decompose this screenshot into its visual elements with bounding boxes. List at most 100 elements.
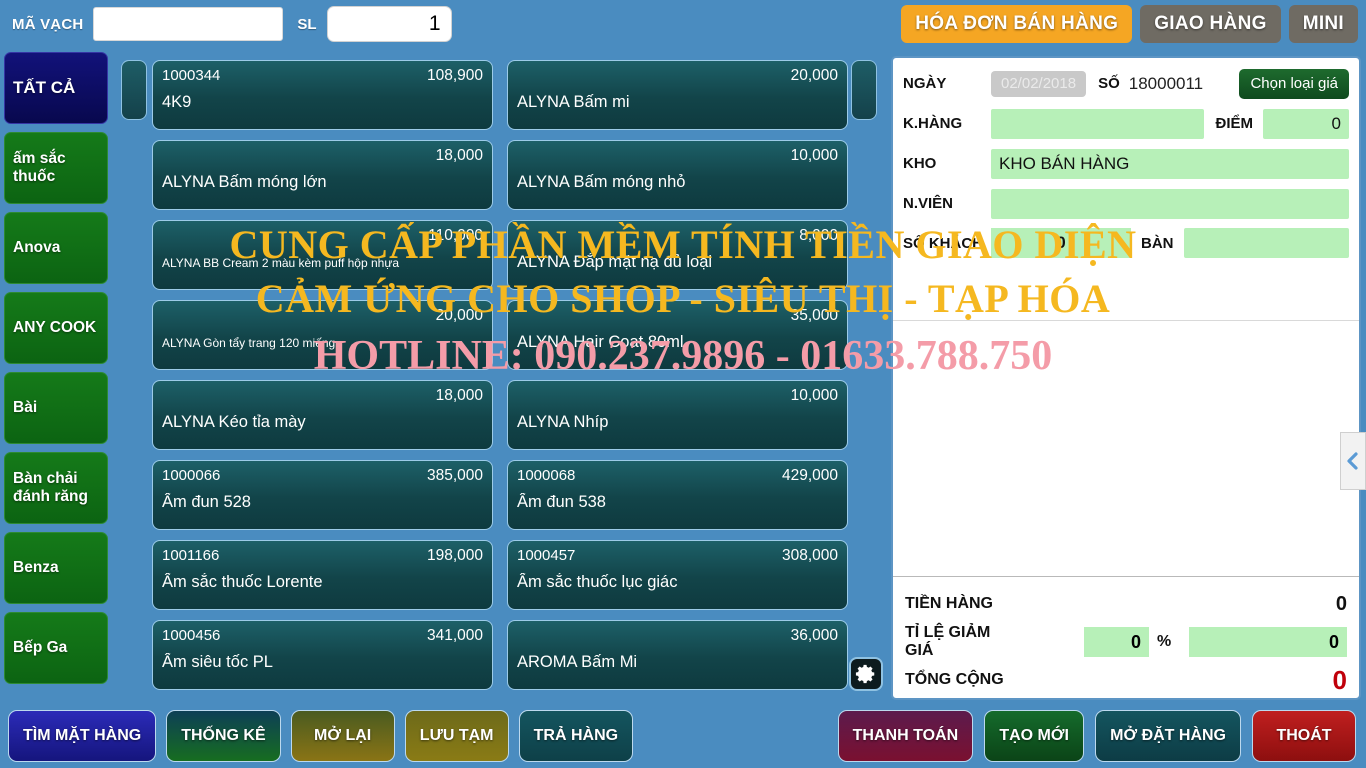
- product-tile-top: 1001166 198,000: [162, 547, 483, 569]
- statistics-button[interactable]: THỐNG KÊ: [166, 710, 281, 762]
- select-price-type-button[interactable]: Chọn loại giá: [1239, 68, 1349, 99]
- points-value[interactable]: 0: [1263, 108, 1349, 139]
- product-code: 1001166: [162, 547, 220, 564]
- customer-input[interactable]: [991, 108, 1204, 139]
- product-name: ALYNA Bấm móng nhỏ: [517, 173, 686, 191]
- staff-input[interactable]: [991, 188, 1349, 219]
- guests-value[interactable]: 0: [991, 228, 1131, 258]
- product-tile[interactable]: 18,000 ALYNA Bấm móng lớn: [152, 140, 493, 210]
- category-sidebar[interactable]: TẤT CẢ ấm sắc thuốc Anova ANY COOK Bài B…: [4, 52, 108, 700]
- discount-label: TỈ LỆ GIẢM GIÁ: [905, 624, 991, 659]
- quantity-input[interactable]: 1: [326, 6, 452, 42]
- quantity-label: SL: [297, 15, 317, 33]
- product-tile-top: 20,000: [517, 67, 838, 89]
- product-price: 110,000: [428, 227, 483, 244]
- create-new-button[interactable]: TẠO MỚI: [984, 710, 1085, 762]
- product-tile[interactable]: 1000068 429,000 Ấm đun 538: [507, 460, 848, 530]
- category-item-anova[interactable]: Anova: [4, 212, 108, 284]
- invoice-items-list[interactable]: [893, 320, 1359, 616]
- product-tile[interactable]: 36,000 AROMA Bấm Mi: [507, 620, 848, 690]
- warehouse-input[interactable]: KHO BÁN HÀNG: [991, 148, 1349, 179]
- bottom-right-toolbar: THANH TOÁN TẠO MỚI MỞ ĐẶT HÀNG THOÁT: [837, 710, 1356, 762]
- percent-sign: %: [1157, 633, 1172, 650]
- collapse-panel-button[interactable]: [1340, 432, 1366, 490]
- date-value[interactable]: 02/02/2018: [991, 70, 1087, 97]
- subtotal-label: TIỀN HÀNG: [905, 595, 993, 612]
- subtotal-row: TIỀN HÀNG 0: [905, 585, 1347, 623]
- category-item-bep-ga[interactable]: Bếp Ga: [4, 612, 108, 684]
- guests-row: SỐ KHÁCH 0 BÀN: [903, 226, 1349, 260]
- invoice-totals: TIỀN HÀNG 0 TỈ LỆ GIẢM GIÁ 0 % 0 TỔNG CỘ…: [893, 576, 1359, 698]
- category-item-bai[interactable]: Bài: [4, 372, 108, 444]
- product-tile-top: 1000457 308,000: [517, 547, 838, 569]
- product-tile-top: 35,000: [517, 307, 838, 329]
- product-code: 1000457: [517, 547, 576, 564]
- category-item-any-cook[interactable]: ANY COOK: [4, 292, 108, 364]
- product-tile[interactable]: 10,000 ALYNA Bấm móng nhỏ: [507, 140, 848, 210]
- discount-percent-input[interactable]: 0: [1083, 627, 1149, 657]
- product-name: Ấm sắc thuốc lục giác: [517, 573, 678, 591]
- product-code: 1000068: [517, 467, 576, 484]
- tab-mini[interactable]: MINI: [1288, 5, 1358, 43]
- product-tile[interactable]: 1000457 308,000 Ấm sắc thuốc lục giác: [507, 540, 848, 610]
- product-tile[interactable]: 18,000 ALYNA Kéo tỉa mày: [152, 380, 493, 450]
- product-tile-top: 8,000: [517, 227, 838, 249]
- invoice-panel: NGÀY 02/02/2018 SỐ 18000011 Chọn loại gi…: [891, 56, 1361, 700]
- product-price: 20,000: [435, 307, 483, 324]
- table-label: BÀN: [1141, 234, 1174, 252]
- product-tile-top: 20,000: [162, 307, 483, 329]
- product-tile[interactable]: 1000344 108,900 4K9: [152, 60, 493, 130]
- product-price: 36,000: [790, 627, 838, 644]
- barcode-label: MÃ VẠCH: [12, 15, 84, 33]
- product-tile[interactable]: 20,000 ALYNA Gòn tẩy trang 120 miếng: [152, 300, 493, 370]
- product-code: 1000344: [162, 67, 221, 84]
- category-item-all[interactable]: TẤT CẢ: [4, 52, 108, 124]
- product-name: ALYNA BB Cream 2 màu kèm puff hộp nhựa: [162, 256, 400, 270]
- discount-row: TỈ LỆ GIẢM GIÁ 0 % 0: [905, 623, 1347, 661]
- product-grid: 1000344 108,900 4K9 20,000 ALYNA Bấm mi …: [152, 60, 848, 700]
- settings-button[interactable]: [849, 657, 883, 691]
- gear-icon: [855, 664, 875, 684]
- table-input[interactable]: [1183, 228, 1349, 258]
- tab-sales-invoice[interactable]: HÓA ĐƠN BÁN HÀNG: [901, 5, 1133, 43]
- open-order-button[interactable]: MỞ ĐẶT HÀNG: [1095, 710, 1241, 762]
- pos-application: MÃ VẠCH SL 1 HÓA ĐƠN BÁN HÀNG GIAO HÀNG …: [0, 0, 1366, 768]
- top-toolbar: MÃ VẠCH SL 1 HÓA ĐƠN BÁN HÀNG GIAO HÀNG …: [0, 0, 1366, 48]
- product-price: 385,000: [426, 467, 483, 484]
- product-name: ALYNA Gòn tẩy trang 120 miếng: [162, 336, 336, 350]
- grid-scroll-handle-left[interactable]: [121, 60, 147, 120]
- product-tile[interactable]: 1000456 341,000 Ấm siêu tốc PL: [152, 620, 493, 690]
- discount-amount-input[interactable]: 0: [1189, 627, 1347, 657]
- exit-button[interactable]: THOÁT: [1252, 710, 1356, 762]
- product-tile[interactable]: 10,000 ALYNA Nhíp: [507, 380, 848, 450]
- product-tile[interactable]: 35,000 ALYNA Hair Coat 80ml: [507, 300, 848, 370]
- product-name: ALYNA Bấm mi: [517, 93, 630, 111]
- grid-scroll-handle-right[interactable]: [851, 60, 877, 120]
- product-price: 429,000: [781, 467, 838, 484]
- hold-invoice-button[interactable]: LƯU TẠM: [404, 710, 509, 762]
- barcode-input[interactable]: [93, 7, 284, 41]
- product-tile[interactable]: 1000066 385,000 Ấm đun 528: [152, 460, 493, 530]
- product-tile[interactable]: 1001166 198,000 Ấm sắc thuốc Lorente: [152, 540, 493, 610]
- find-product-button[interactable]: TÌM MẶT HÀNG: [8, 710, 157, 762]
- reopen-button[interactable]: MỞ LẠI: [290, 710, 395, 762]
- category-item-ban-chai[interactable]: Bàn chải đánh răng: [4, 452, 108, 524]
- payment-button[interactable]: THANH TOÁN: [837, 710, 974, 762]
- subtotal-value: 0: [1335, 592, 1347, 615]
- product-name: Ấm đun 528: [162, 493, 251, 511]
- product-price: 18,000: [435, 147, 483, 164]
- product-name: Ấm sắc thuốc Lorente: [162, 573, 323, 591]
- category-item-am-sac-thuoc[interactable]: ấm sắc thuốc: [4, 132, 108, 204]
- return-goods-button[interactable]: TRẢ HÀNG: [518, 710, 634, 762]
- chevron-left-icon: [1347, 452, 1358, 470]
- tab-delivery[interactable]: GIAO HÀNG: [1140, 5, 1281, 43]
- category-item-benza[interactable]: Benza: [4, 532, 108, 604]
- product-price: 108,900: [426, 67, 483, 84]
- warehouse-label: KHO: [903, 155, 937, 172]
- product-tile[interactable]: 20,000 ALYNA Bấm mi: [507, 60, 848, 130]
- product-tile[interactable]: 8,000 ALYNA Đắp mặt nạ đủ loại: [507, 220, 848, 290]
- grand-total-value: 0: [1332, 664, 1347, 695]
- customer-row: K.HÀNG ĐIỂM 0: [903, 106, 1349, 141]
- product-tile-top: 18,000: [162, 387, 483, 409]
- product-tile[interactable]: 110,000 ALYNA BB Cream 2 màu kèm puff hộ…: [152, 220, 493, 290]
